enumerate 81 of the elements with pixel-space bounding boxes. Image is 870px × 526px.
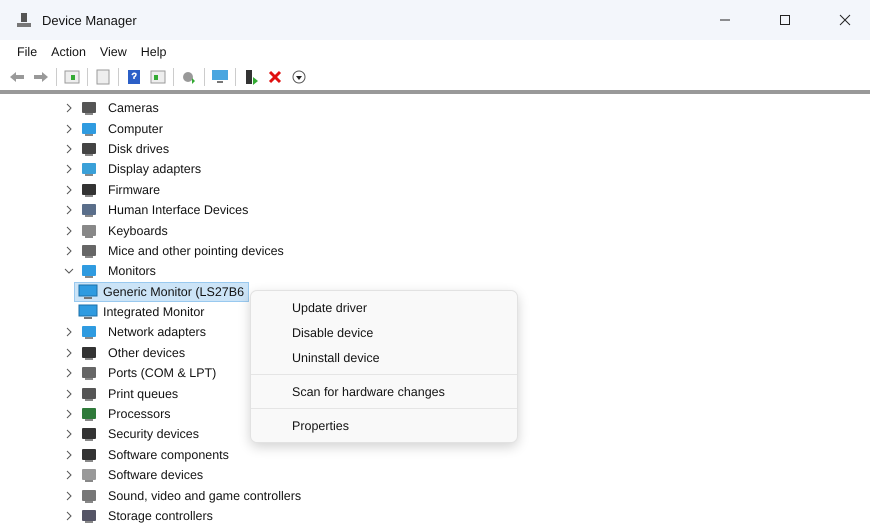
tree-item[interactable]: Generic Monitor (LS27B6	[74, 282, 250, 302]
tree-item[interactable]: Other devices	[104, 344, 190, 362]
tree-item[interactable]: Human Interface Devices	[104, 201, 252, 220]
uninstall-icon[interactable]	[266, 68, 284, 86]
download-icon[interactable]	[290, 68, 308, 86]
device-category-icon	[80, 182, 98, 198]
monitor-icon	[78, 284, 98, 300]
device-category-icon	[80, 426, 98, 442]
tree-item[interactable]: Integrated Monitor	[74, 302, 210, 322]
context-menu-item[interactable]: Disable device	[251, 320, 517, 345]
expand-chevron-icon[interactable]	[64, 511, 74, 521]
expand-chevron-icon[interactable]	[64, 409, 74, 420]
help-icon[interactable]	[125, 68, 143, 86]
device-category-icon	[80, 446, 98, 463]
tree-item[interactable]: Storage controllers	[104, 507, 217, 525]
device-category-icon	[80, 386, 98, 402]
context-menu-item[interactable]: Update driver	[251, 295, 517, 320]
device-category-icon	[80, 406, 98, 422]
tree-item[interactable]: Security devices	[104, 425, 204, 444]
expand-chevron-icon[interactable]	[64, 226, 74, 236]
menu-item[interactable]: Action	[44, 45, 93, 59]
collapse-chevron-icon[interactable]	[64, 266, 74, 276]
context-menu-item[interactable]: Uninstall device	[251, 345, 517, 370]
tree-item[interactable]: Software components	[104, 446, 233, 464]
device-category-icon	[80, 344, 98, 361]
device-category-icon	[80, 161, 98, 178]
tree-item[interactable]: Computer	[104, 120, 167, 138]
menu-item[interactable]: File	[10, 45, 44, 59]
expand-chevron-icon[interactable]	[64, 429, 74, 440]
expand-chevron-icon[interactable]	[64, 144, 74, 154]
expand-chevron-icon[interactable]	[64, 490, 74, 501]
menu-item[interactable]: Help	[134, 45, 174, 59]
device-category-icon	[80, 202, 98, 218]
device-category-icon	[80, 488, 98, 504]
monitor-icon	[78, 304, 98, 320]
expand-chevron-icon[interactable]	[64, 327, 74, 338]
expand-chevron-icon[interactable]	[64, 470, 74, 480]
app-icon	[16, 12, 32, 28]
properties-icon[interactable]	[94, 68, 112, 86]
tree-item[interactable]: Firmware	[104, 180, 164, 199]
tree-item[interactable]: Cameras	[104, 99, 163, 118]
window-title: Device Manager	[42, 12, 138, 28]
device-category-icon	[80, 508, 98, 524]
expand-chevron-icon[interactable]	[64, 184, 74, 195]
device-category-icon	[80, 222, 98, 239]
device-category-icon	[80, 140, 98, 157]
tree-item[interactable]: Network adapters	[104, 323, 210, 342]
device-category-icon	[80, 120, 98, 137]
expand-chevron-icon[interactable]	[64, 124, 74, 134]
maximize-icon	[779, 14, 791, 26]
device-category-icon	[80, 324, 98, 340]
expand-chevron-icon[interactable]	[64, 103, 74, 114]
expand-chevron-icon[interactable]	[64, 388, 74, 399]
context-menu-item[interactable]: Scan for hardware changes	[251, 379, 517, 404]
device-category-icon	[80, 467, 98, 484]
tree-item[interactable]: Monitors	[104, 262, 160, 280]
tree-item[interactable]: Disk drives	[104, 140, 174, 158]
close-icon	[839, 14, 851, 26]
expand-chevron-icon[interactable]	[64, 164, 74, 174]
tree-item[interactable]: Processors	[104, 405, 175, 424]
tree-item[interactable]: Ports (COM & LPT)	[104, 364, 220, 382]
tree-item[interactable]: Display adapters	[104, 160, 206, 178]
device-category-icon	[80, 100, 98, 116]
menu-item[interactable]: View	[92, 45, 134, 59]
tree-item[interactable]: Keyboards	[104, 222, 172, 240]
device-category-icon	[80, 242, 98, 259]
device-category-icon	[80, 263, 98, 280]
console-tree-icon[interactable]	[63, 68, 81, 86]
expand-chevron-icon[interactable]	[64, 348, 74, 358]
expand-chevron-icon[interactable]	[64, 368, 74, 378]
tree-item[interactable]: Software devices	[104, 466, 208, 484]
action-pane-icon[interactable]	[149, 68, 167, 86]
expand-chevron-icon[interactable]	[64, 450, 74, 460]
expand-chevron-icon[interactable]	[64, 246, 74, 256]
tree-item[interactable]: Print queues	[104, 384, 182, 403]
expand-chevron-icon[interactable]	[64, 205, 74, 216]
tree-item[interactable]: Mice and other pointing devices	[104, 242, 288, 260]
device-category-icon	[80, 365, 98, 382]
tree-item[interactable]: Sound, video and game controllers	[104, 486, 306, 505]
context-menu-item[interactable]: Properties	[251, 413, 517, 438]
monitor-icon[interactable]	[211, 68, 229, 86]
